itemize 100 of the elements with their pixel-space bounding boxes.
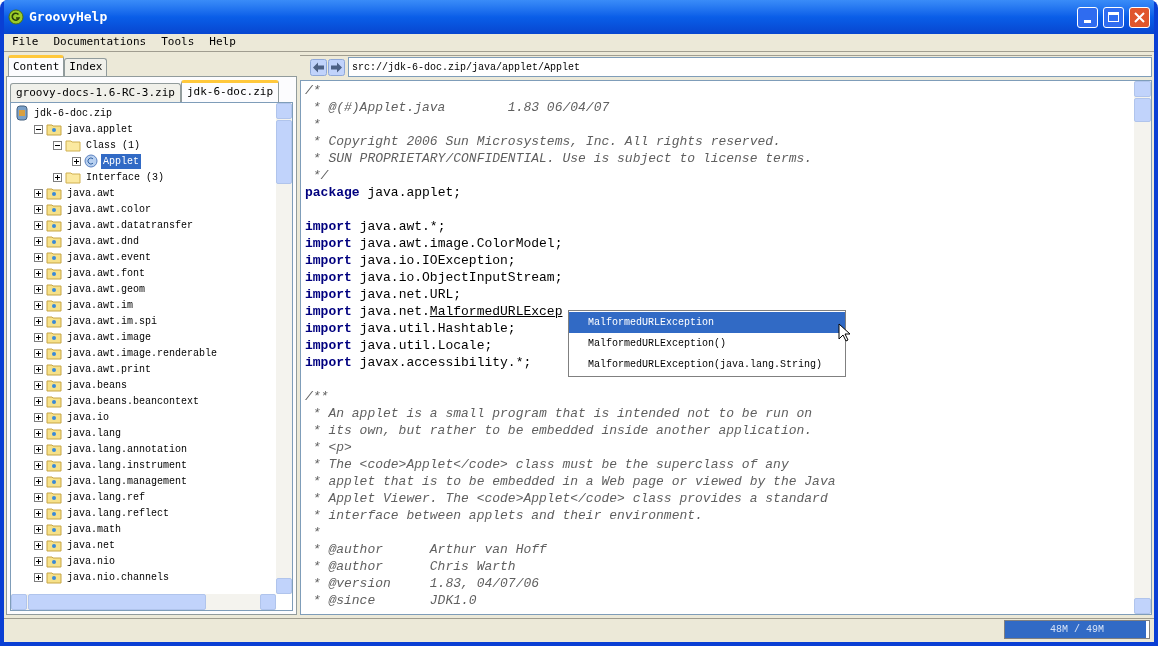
tree-item[interactable]: java.io: [65, 409, 111, 425]
folder-icon: [46, 458, 62, 472]
expand-icon[interactable]: [34, 460, 43, 470]
folder-icon: [46, 298, 62, 312]
code-text: java.io.IOException;: [358, 252, 516, 269]
expand-icon[interactable]: [34, 300, 43, 310]
expand-icon[interactable]: [34, 284, 43, 294]
collapse-icon[interactable]: [53, 140, 62, 150]
expand-icon[interactable]: [34, 492, 43, 502]
tree-item[interactable]: java.awt.image: [65, 329, 153, 345]
window-title: GroovyHelp: [29, 8, 108, 27]
tree-item[interactable]: java.beans: [65, 377, 129, 393]
tab[interactable]: groovy-docs-1.6-RC-3.zip: [10, 83, 181, 102]
collapse-icon[interactable]: [34, 124, 43, 134]
code-comment: * its own, but rather to be embedded inside another application.: [311, 422, 813, 439]
tree-item[interactable]: java.awt.datatransfer: [65, 217, 196, 233]
folder-icon: [46, 266, 62, 280]
completion-item[interactable]: MalformedURLException: [569, 312, 845, 333]
code-comment: * Copyright 2006 Sun Microsystems, Inc. All rights reserved.: [311, 133, 781, 150]
menu-item[interactable]: File: [12, 34, 39, 51]
tree-item[interactable]: java.awt.color: [65, 201, 153, 217]
close-button[interactable]: [1129, 6, 1150, 28]
expand-icon[interactable]: [34, 540, 43, 550]
tree-item[interactable]: java.awt.image.renderable: [65, 345, 220, 361]
tree-item[interactable]: Interface (3): [84, 169, 166, 185]
expand-icon[interactable]: [34, 268, 43, 278]
tree-item[interactable]: java.lang.reflect: [65, 505, 172, 521]
expand-icon[interactable]: [34, 236, 43, 246]
code-comment: */: [311, 167, 329, 184]
tree-item[interactable]: java.awt.geom: [65, 281, 147, 297]
folder-icon: [46, 282, 62, 296]
jar-icon: [15, 105, 29, 121]
expand-icon[interactable]: [34, 188, 43, 198]
expand-icon[interactable]: [34, 556, 43, 566]
tree-item[interactable]: java.lang.instrument: [65, 457, 190, 473]
code-comment: *: [311, 116, 321, 133]
expand-icon[interactable]: [34, 380, 43, 390]
expand-icon[interactable]: [34, 364, 43, 374]
code-text: java.net.URL;: [358, 286, 462, 303]
code-text: java.io.ObjectInputStream;: [358, 269, 563, 286]
tree-item[interactable]: java.nio.channels: [65, 569, 172, 585]
scrollbar[interactable]: [276, 103, 292, 594]
minimize-button[interactable]: [1077, 6, 1098, 28]
expand-icon[interactable]: [34, 348, 43, 358]
expand-icon[interactable]: [34, 444, 43, 454]
tree-item[interactable]: java.lang.management: [65, 473, 190, 489]
code-comment: * @(#)Applet.java 1.83 06/04/07: [311, 99, 610, 116]
expand-icon[interactable]: [34, 428, 43, 438]
folder-icon: [46, 474, 62, 488]
tree-item[interactable]: java.nio: [65, 553, 117, 569]
expand-icon[interactable]: [72, 156, 81, 166]
code-link[interactable]: MalformedURLExcep: [429, 303, 563, 320]
menu-item[interactable]: Tools: [161, 34, 195, 51]
tree-item[interactable]: Applet: [101, 153, 141, 169]
tab[interactable]: Index: [64, 58, 108, 76]
expand-icon[interactable]: [34, 572, 43, 582]
expand-icon[interactable]: [34, 204, 43, 214]
expand-icon[interactable]: [34, 412, 43, 422]
expand-icon[interactable]: [34, 220, 43, 230]
code-comment: * interface between applets and their environment.: [311, 507, 703, 524]
menu-item[interactable]: Documentations: [53, 34, 147, 51]
tree-item[interactable]: java.awt.print: [65, 361, 153, 377]
code-keyword: import: [305, 252, 352, 269]
scrollbar[interactable]: [1134, 81, 1151, 614]
tree-item[interactable]: java.awt.font: [65, 265, 147, 281]
menu-item[interactable]: Help: [209, 34, 236, 51]
expand-icon[interactable]: [34, 332, 43, 342]
tree-item[interactable]: java.beans.beancontext: [65, 393, 202, 409]
maximize-button[interactable]: [1103, 6, 1124, 28]
expand-icon[interactable]: [34, 252, 43, 262]
tree-item[interactable]: java.awt.im: [65, 297, 135, 313]
folder-icon: [65, 138, 81, 152]
tree-item[interactable]: Class (1): [84, 137, 142, 153]
tree-item[interactable]: java.awt: [65, 185, 117, 201]
tree-item[interactable]: java.lang.ref: [65, 489, 147, 505]
expand-icon[interactable]: [34, 508, 43, 518]
code-text: java.util.Locale;: [358, 337, 493, 354]
tree-item[interactable]: java.awt.event: [65, 249, 153, 265]
folder-icon: [46, 314, 62, 328]
horizontal-scrollbar[interactable]: [11, 594, 276, 610]
expand-icon[interactable]: [34, 524, 43, 534]
address-field[interactable]: src://jdk-6-doc.zip/java/applet/Applet: [348, 57, 1152, 77]
tab[interactable]: Content: [8, 55, 65, 76]
code-text: java.awt.image.ColorModel;: [358, 235, 563, 252]
tree-item[interactable]: java.math: [65, 521, 123, 537]
tree-item[interactable]: java.lang.annotation: [65, 441, 190, 457]
code-keyword: import: [305, 354, 352, 371]
completion-item[interactable]: MalformedURLException(java.lang.String): [569, 354, 845, 375]
tree-item[interactable]: java.awt.im.spi: [65, 313, 159, 329]
expand-icon[interactable]: [34, 396, 43, 406]
tree-item[interactable]: java.net: [65, 537, 117, 553]
tree-item[interactable]: java.lang: [65, 425, 123, 441]
completion-item[interactable]: MalformedURLException(): [569, 333, 845, 354]
tree-item[interactable]: jdk-6-doc.zip: [32, 105, 114, 121]
tab[interactable]: jdk-6-doc.zip: [180, 80, 280, 102]
expand-icon[interactable]: [34, 476, 43, 486]
tree-item[interactable]: java.awt.dnd: [65, 233, 141, 249]
expand-icon[interactable]: [34, 316, 43, 326]
expand-icon[interactable]: [53, 172, 62, 182]
tree-item[interactable]: java.applet: [65, 121, 135, 137]
